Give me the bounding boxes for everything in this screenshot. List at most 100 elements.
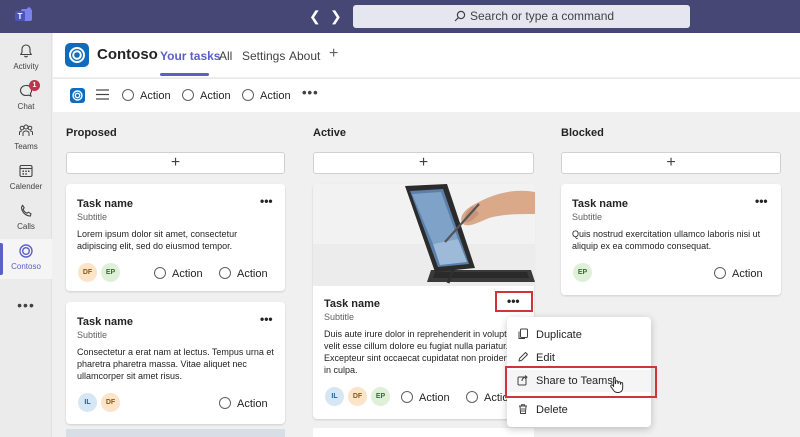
card-more-icon[interactable]: ••• — [260, 312, 273, 326]
radio-icon — [122, 89, 134, 101]
rail-label: Contoso — [11, 262, 41, 271]
radio-icon — [219, 267, 231, 279]
rail-label: Chat — [17, 102, 35, 111]
card-action-2[interactable]: Action — [219, 267, 268, 280]
pencil-icon — [518, 352, 528, 362]
app-header: Contoso Your tasks All Settings About + — [53, 33, 800, 77]
toolbar-action-3[interactable]: Action — [242, 89, 291, 102]
task-card[interactable]: Task name ••• Subtitle Lorem ipsum dolor… — [66, 184, 285, 291]
add-task-button-blocked[interactable]: + — [561, 152, 781, 174]
card-action-2[interactable]: Actio — [466, 391, 508, 404]
calendar-icon — [19, 164, 33, 178]
tab-about[interactable]: About — [289, 49, 320, 63]
search-icon — [454, 10, 466, 22]
rail-item-calendar[interactable]: Calender — [0, 159, 52, 199]
app-rail: Activity 1 Chat Teams Calender Calls Con… — [0, 33, 52, 437]
task-description: Lorem ipsum dolor sit amet, consectetur … — [77, 229, 238, 251]
task-description: Duis aute irure dolor in reprehenderit i… — [324, 329, 521, 375]
task-subtitle: Subtitle — [77, 212, 108, 222]
menu-item-label: Duplicate — [536, 329, 582, 341]
rail-label: Calls — [17, 222, 35, 231]
hand-cursor-icon — [610, 376, 624, 393]
search-input[interactable]: Search or type a command — [353, 5, 690, 28]
rail-label: Teams — [14, 142, 38, 151]
tablet-image — [313, 184, 535, 286]
task-name: Task name — [324, 298, 381, 310]
more-button-highlight — [495, 291, 533, 312]
avatar: DF — [348, 387, 367, 406]
active-tab-underline — [160, 73, 209, 76]
radio-icon — [401, 391, 413, 403]
radio-icon — [219, 397, 231, 409]
teams-logo-icon: T — [15, 7, 32, 21]
radio-icon — [466, 391, 478, 403]
rail-item-contoso[interactable]: Contoso — [0, 239, 52, 279]
rail-label: Calender — [9, 182, 43, 191]
action-label: Action — [140, 90, 171, 102]
card-action-1[interactable]: Action — [219, 397, 268, 410]
avatar: IL — [78, 393, 97, 412]
task-name: Task name — [572, 198, 629, 210]
radio-icon — [714, 267, 726, 279]
card-more-icon[interactable]: ••• — [260, 194, 273, 208]
avatar: DF — [78, 263, 97, 282]
tab-all[interactable]: All — [219, 49, 232, 63]
title-bar: T ❮ ❯ Search or type a command — [0, 0, 800, 33]
avatar: IL — [325, 387, 344, 406]
phone-icon — [20, 204, 32, 217]
menu-item-duplicate[interactable]: Duplicate — [507, 324, 651, 346]
toolbar-more-icon[interactable]: ••• — [302, 85, 319, 100]
svg-text:T: T — [18, 12, 23, 21]
card-action-1[interactable]: Action — [154, 267, 203, 280]
app-title: Contoso — [97, 46, 158, 63]
back-arrow-icon[interactable]: ❮ — [309, 8, 321, 24]
column-title-active: Active — [313, 127, 347, 139]
rail-item-calls[interactable]: Calls — [0, 199, 52, 239]
menu-item-delete[interactable]: Delete — [507, 399, 651, 421]
chat-badge: 1 — [29, 80, 40, 91]
task-description: Consectetur a erat nam at lectus. Tempus… — [77, 347, 274, 381]
action-label: Action — [200, 90, 231, 102]
add-tab-button[interactable]: + — [329, 45, 338, 63]
menu-item-label: Delete — [536, 404, 568, 416]
action-label: Action — [732, 268, 763, 280]
card-more-icon[interactable]: ••• — [755, 194, 768, 208]
rail-item-chat[interactable]: 1 Chat — [0, 79, 52, 119]
task-card[interactable]: Task name ••• Subtitle Consectetur a era… — [66, 302, 285, 424]
task-name: Task name — [77, 198, 134, 210]
card-action-1[interactable]: Action — [714, 267, 763, 280]
add-task-button-proposed[interactable]: + — [66, 152, 285, 174]
teams-icon — [19, 124, 33, 136]
card-action-1[interactable]: Action — [401, 391, 450, 404]
action-label: Action — [172, 268, 203, 280]
toolbar-action-1[interactable]: Action — [122, 89, 171, 102]
hamburger-menu-icon[interactable] — [96, 89, 109, 100]
task-subtitle: Subtitle — [77, 330, 108, 340]
bell-icon — [19, 44, 33, 58]
action-label: Action — [237, 268, 268, 280]
task-subtitle: Subtitle — [572, 212, 603, 222]
radio-icon — [182, 89, 194, 101]
tab-your-tasks[interactable]: Your tasks — [160, 49, 220, 63]
next-card-preview — [313, 428, 534, 437]
copy-icon — [518, 328, 528, 339]
more-apps-icon[interactable]: ••• — [0, 297, 52, 313]
avatar: EP — [101, 263, 120, 282]
tab-settings[interactable]: Settings — [242, 49, 285, 63]
radio-icon — [154, 267, 166, 279]
toolbar-action-2[interactable]: Action — [182, 89, 231, 102]
avatar: EP — [573, 263, 592, 282]
task-card[interactable]: Task name ••• Subtitle Quis nostrud exer… — [561, 184, 781, 295]
trash-icon — [519, 404, 527, 414]
task-name: Task name — [77, 316, 134, 328]
avatar: DF — [101, 393, 120, 412]
contoso-toolbar-icon[interactable] — [70, 88, 85, 103]
forward-arrow-icon[interactable]: ❯ — [330, 8, 342, 24]
action-label: Action — [419, 392, 450, 404]
action-label: Action — [260, 90, 291, 102]
rail-item-activity[interactable]: Activity — [0, 39, 52, 79]
rail-item-teams[interactable]: Teams — [0, 119, 52, 159]
search-placeholder: Search or type a command — [470, 9, 615, 23]
avatar: EP — [371, 387, 390, 406]
add-task-button-active[interactable]: + — [313, 152, 534, 174]
